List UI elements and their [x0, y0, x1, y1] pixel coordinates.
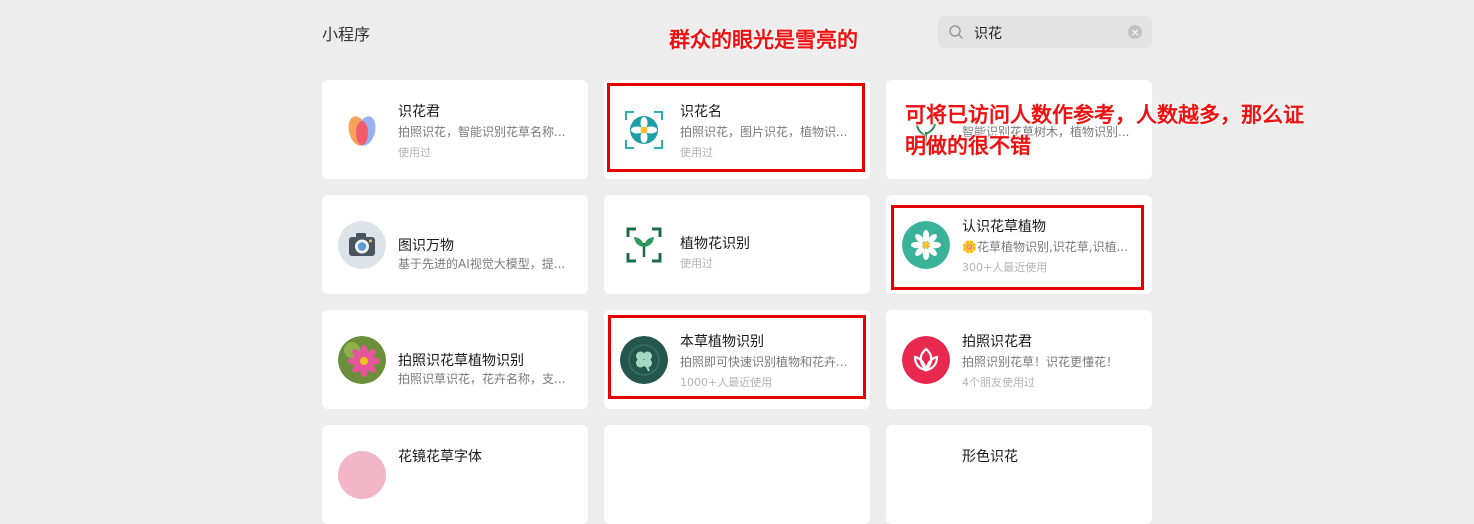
- result-meta: 使用过: [680, 146, 713, 159]
- result-desc: 拍照即可快速识别植物和花卉...: [680, 355, 848, 369]
- result-name: 图识万物: [398, 238, 454, 254]
- leaf-scan-icon: [620, 221, 668, 269]
- result-desc: 拍照识花，智能识别花草名称...: [398, 125, 566, 139]
- result-card-zhiwuhuashibie[interactable]: 植物花识别 使用过: [604, 195, 870, 294]
- result-desc: 拍照识别花草！识花更懂花！: [962, 355, 1119, 369]
- search-bar[interactable]: 识花: [938, 16, 1152, 48]
- result-meta: 300+人最近使用: [962, 261, 1048, 274]
- result-name: 认识花草植物: [962, 219, 1046, 235]
- result-card-row4-3[interactable]: 形色识花: [886, 425, 1152, 524]
- result-card-paizhaoshihuacao[interactable]: 拍照识花草植物识别 拍照识草识花，花卉名称，支...: [322, 310, 588, 409]
- result-meta: 4个朋友使用过: [962, 376, 1035, 389]
- result-card-tushiwanwu[interactable]: 图识万物 基于先进的AI视觉大模型，提...: [322, 195, 588, 294]
- clear-search-icon[interactable]: [1128, 25, 1142, 39]
- result-card-row4-1[interactable]: 花镜花草字体: [322, 425, 588, 524]
- result-name: 拍照识花君: [962, 334, 1032, 350]
- clover-icon: [620, 336, 668, 384]
- result-card-shihuajun[interactable]: 识花君 拍照识花，智能识别花草名称... 使用过: [322, 80, 588, 179]
- flower-scan-icon: [620, 106, 668, 154]
- camera-icon: [338, 221, 386, 269]
- result-card-renshihuacao[interactable]: 认识花草植物 🌼花草植物识别,识花草,识植... 300+人最近使用: [886, 195, 1152, 294]
- tulip-logo-icon: [902, 336, 950, 384]
- result-meta: 使用过: [680, 257, 713, 270]
- result-card-bencaozhiwu[interactable]: 本草植物识别 拍照即可快速识别植物和花卉... 1000+人最近使用: [604, 310, 870, 409]
- result-desc: 拍照识草识花，花卉名称，支...: [398, 372, 566, 386]
- result-name: 识花君: [398, 104, 440, 120]
- result-name: 拍照识花草植物识别: [398, 353, 524, 369]
- search-icon: [948, 24, 964, 44]
- pink-circle-icon: [338, 451, 386, 499]
- result-name: 植物花识别: [680, 236, 750, 252]
- result-meta: 使用过: [398, 146, 431, 159]
- result-desc: 拍照识花，图片识花，植物识...: [680, 125, 848, 139]
- result-name: 花镜花草字体: [398, 449, 482, 465]
- result-desc: 基于先进的AI视觉大模型，提...: [398, 257, 566, 271]
- pink-flower-photo-icon: [338, 336, 386, 384]
- result-name: 识花名: [680, 104, 722, 120]
- search-input[interactable]: 识花: [974, 23, 1002, 43]
- result-name: 形色识花: [962, 449, 1018, 465]
- daisy-icon: [902, 221, 950, 269]
- annotation-note-line2: 明做的很不错: [905, 134, 1031, 158]
- result-card-shihuaming[interactable]: 识花名 拍照识花，图片识花，植物识... 使用过: [604, 80, 870, 179]
- result-name: 本草植物识别: [680, 334, 764, 350]
- result-desc: 🌼花草植物识别,识花草,识植...: [962, 240, 1129, 254]
- result-card-paizhaoshihuajun[interactable]: 拍照识花君 拍照识别花草！识花更懂花！ 4个朋友使用过: [886, 310, 1152, 409]
- annotation-headline: 群众的眼光是雪亮的: [669, 28, 858, 52]
- annotation-note-line1: 可将已访问人数作参考，人数越多，那么证: [905, 103, 1304, 127]
- result-meta: 1000+人最近使用: [680, 376, 773, 389]
- petal-logo-icon: [338, 106, 386, 154]
- result-card-row4-2[interactable]: [604, 425, 870, 524]
- page-title: 小程序: [322, 25, 371, 44]
